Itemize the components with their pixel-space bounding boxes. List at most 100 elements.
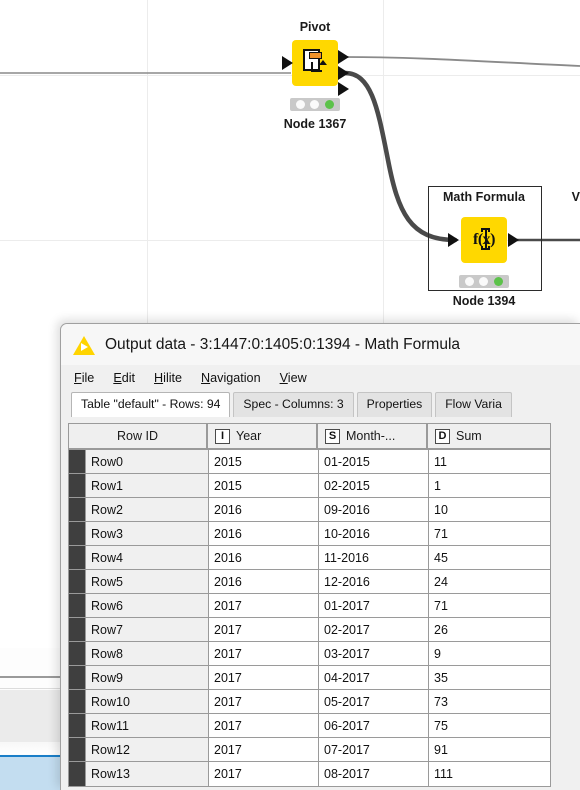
table-cell[interactable]: 10-2016 [319,522,429,545]
table-cell[interactable]: 04-2017 [319,666,429,689]
table-row[interactable]: Row8 2017 03-2017 9 [69,642,550,666]
row-id-cell[interactable]: Row5 [86,570,209,593]
column-header-0[interactable]: Row ID [69,424,208,448]
table-cell[interactable]: 06-2017 [319,714,429,737]
table-cell[interactable]: 11 [429,450,535,473]
row-id-cell[interactable]: Row8 [86,642,209,665]
table-cell[interactable]: 2017 [209,690,319,713]
table-row[interactable]: Row9 2017 04-2017 35 [69,666,550,690]
table-cell[interactable]: 45 [429,546,535,569]
fx-icon[interactable]: f(x) [461,217,507,263]
row-handle[interactable] [69,474,86,497]
row-handle[interactable] [69,642,86,665]
row-handle[interactable] [69,714,86,737]
node-output-port-0[interactable] [508,233,519,247]
table-cell[interactable]: 07-2017 [319,738,429,761]
table-cell[interactable]: 75 [429,714,535,737]
table-cell[interactable]: 2017 [209,594,319,617]
dialog-titlebar[interactable]: Output data - 3:1447:0:1405:0:1394 - Mat… [61,324,580,365]
panel-selected-row[interactable] [0,755,60,790]
row-id-cell[interactable]: Row6 [86,594,209,617]
table-cell[interactable]: 91 [429,738,535,761]
table-cell[interactable]: 2017 [209,738,319,761]
table-cell[interactable]: 05-2017 [319,690,429,713]
row-handle[interactable] [69,570,86,593]
tab-2[interactable]: Properties [356,392,433,417]
table-cell[interactable]: 08-2017 [319,762,429,786]
table-cell[interactable]: 111 [429,762,535,786]
table-row[interactable]: Row7 2017 02-2017 26 [69,618,550,642]
row-id-cell[interactable]: Row9 [86,666,209,689]
row-id-cell[interactable]: Row2 [86,498,209,521]
row-id-cell[interactable]: Row13 [86,762,209,786]
row-id-cell[interactable]: Row1 [86,474,209,497]
tab-0[interactable]: Table "default" - Rows: 94 [71,392,231,417]
table-cell[interactable]: 10 [429,498,535,521]
row-id-cell[interactable]: Row12 [86,738,209,761]
table-cell[interactable]: 2017 [209,642,319,665]
row-handle[interactable] [69,738,86,761]
table-cell[interactable]: 35 [429,666,535,689]
row-id-cell[interactable]: Row7 [86,618,209,641]
node-input-port-0[interactable] [448,233,459,247]
table-row[interactable]: Row10 2017 05-2017 73 [69,690,550,714]
table-cell[interactable]: 9 [429,642,535,665]
table-cell[interactable]: 2017 [209,762,319,786]
row-id-cell[interactable]: Row11 [86,714,209,737]
table-row[interactable]: Row6 2017 01-2017 71 [69,594,550,618]
row-id-cell[interactable]: Row10 [86,690,209,713]
table-cell[interactable]: 1 [429,474,535,497]
table-row[interactable]: Row3 2016 10-2016 71 [69,522,550,546]
data-table[interactable]: Row ID I Year S Month-... D Sum Row0 2015 01-201… [68,423,551,787]
tab-1[interactable]: Spec - Columns: 3 [233,392,354,417]
table-row[interactable]: Row1 2015 02-2015 1 [69,474,550,498]
row-handle[interactable] [69,546,86,569]
table-cell[interactable]: 2016 [209,570,319,593]
column-header-2[interactable]: S Month-... [318,424,428,448]
menu-item-view[interactable]: View [280,371,307,385]
table-cell[interactable]: 09-2016 [319,498,429,521]
menu-bar[interactable]: File Edit Hilite Navigation View [61,365,580,391]
table-row[interactable]: Row5 2016 12-2016 24 [69,570,550,594]
table-row[interactable]: Row2 2016 09-2016 10 [69,498,550,522]
node-output-port-1[interactable] [338,66,349,80]
pivot-icon[interactable] [292,40,338,86]
menu-item-edit[interactable]: Edit [113,371,135,385]
table-cell[interactable]: 01-2015 [319,450,429,473]
table-row[interactable]: Row13 2017 08-2017 111 [69,762,550,786]
table-cell[interactable]: 12-2016 [319,570,429,593]
table-cell[interactable]: 2017 [209,666,319,689]
table-cell[interactable]: 71 [429,594,535,617]
column-header-1[interactable]: I Year [208,424,318,448]
row-handle[interactable] [69,522,86,545]
table-cell[interactable]: 02-2017 [319,618,429,641]
table-row[interactable]: Row4 2016 11-2016 45 [69,546,550,570]
table-row[interactable]: Row11 2017 06-2017 75 [69,714,550,738]
table-scroll-area[interactable]: Row ID I Year S Month-... D Sum Row0 2015 01-201… [68,423,580,790]
node-output-port-0[interactable] [338,50,349,64]
row-handle[interactable] [69,618,86,641]
table-cell[interactable]: 2017 [209,714,319,737]
row-id-cell[interactable]: Row4 [86,546,209,569]
row-handle[interactable] [69,450,86,473]
menu-item-navigation[interactable]: Navigation [201,371,261,385]
row-id-cell[interactable]: Row3 [86,522,209,545]
row-handle[interactable] [69,690,86,713]
table-cell[interactable]: 01-2017 [319,594,429,617]
table-cell[interactable]: 2015 [209,474,319,497]
row-id-cell[interactable]: Row0 [86,450,209,473]
table-cell[interactable]: 11-2016 [319,546,429,569]
table-body[interactable]: Row0 2015 01-2015 11 Row1 2015 02-2015 1 Row2 201… [69,450,550,786]
tab-bar[interactable]: Table "default" - Rows: 94 Spec - Columns… [61,391,580,417]
table-cell[interactable]: 26 [429,618,535,641]
table-cell[interactable]: 24 [429,570,535,593]
table-cell[interactable]: 73 [429,690,535,713]
column-header-3[interactable]: D Sum [428,424,534,448]
node-input-port-0[interactable] [282,56,293,70]
row-handle[interactable] [69,594,86,617]
tab-3[interactable]: Flow Varia [435,392,512,417]
menu-item-file[interactable]: File [74,371,94,385]
table-cell[interactable]: 2015 [209,450,319,473]
row-handle[interactable] [69,666,86,689]
menu-item-hilite[interactable]: Hilite [154,371,182,385]
